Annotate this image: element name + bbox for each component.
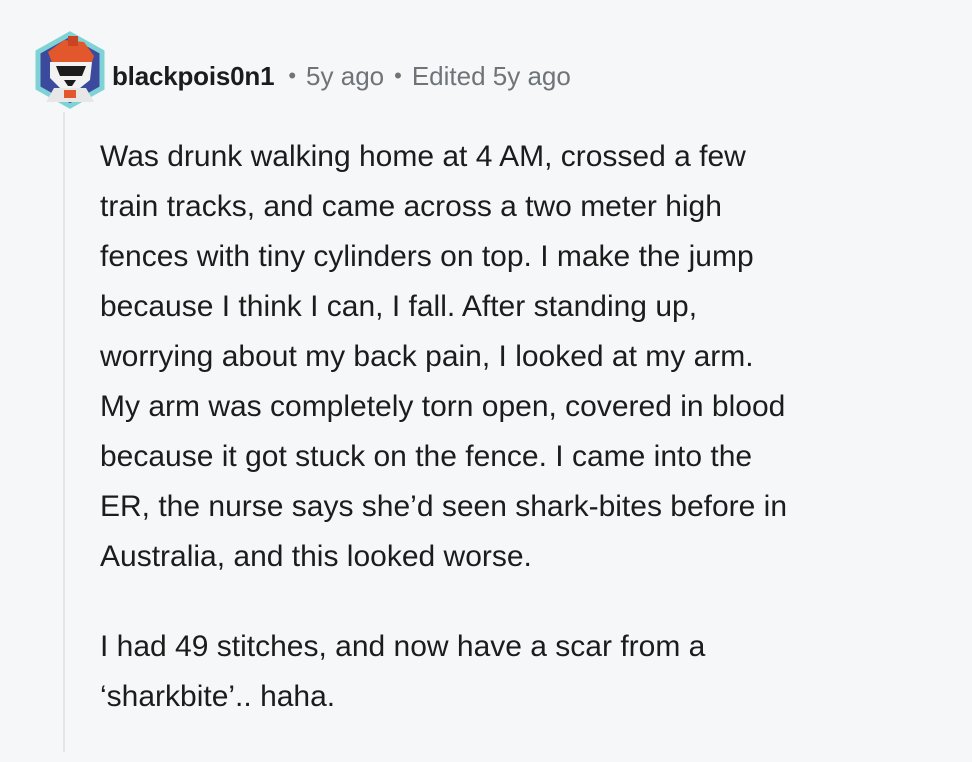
meta-separator: • xyxy=(394,63,402,88)
comment-line: Was drunk walking home at 4 AM, crossed … xyxy=(100,140,746,173)
comment-line: ER, the nurse says she’d seen shark-bite… xyxy=(100,490,788,523)
avatar-graphic xyxy=(35,31,105,109)
comment-body: Was drunk walking home at 4 AM, crossed … xyxy=(100,132,960,762)
comment-meta: blackpois0n1 • 5y ago • Edited 5y ago xyxy=(112,56,571,96)
comment-paragraph: I had 49 stitches, and now have a scar f… xyxy=(100,622,960,722)
posted-time[interactable]: 5y ago xyxy=(306,61,384,92)
comment-line: ‘sharkbite’.. haha. xyxy=(100,680,336,713)
username-link[interactable]: blackpois0n1 xyxy=(112,61,275,92)
comment-line: worrying about my back pain, I looked at… xyxy=(100,340,754,373)
comment-line: because I think I can, I fall. After sta… xyxy=(100,290,698,323)
comment-line: train tracks, and came across a two mete… xyxy=(100,190,722,223)
edited-label: Edited 5y ago xyxy=(411,60,571,91)
comment-line: Australia, and this looked worse. xyxy=(100,540,532,573)
thread-line[interactable] xyxy=(63,112,65,752)
comment-line: fences with tiny cylinders on top. I mak… xyxy=(100,240,754,273)
comment-line: because it got stuck on the fence. I cam… xyxy=(100,440,753,473)
comment-line: My arm was completely torn open, covered… xyxy=(100,390,786,423)
comment: blackpois0n1 • 5y ago • Edited 5y ago Wa… xyxy=(0,0,972,752)
meta-separator: • xyxy=(288,63,297,88)
comment-paragraph: Was drunk walking home at 4 AM, crossed … xyxy=(100,132,960,582)
user-avatar-icon[interactable] xyxy=(34,30,106,110)
comment-line: I had 49 stitches, and now have a scar f… xyxy=(100,630,706,663)
